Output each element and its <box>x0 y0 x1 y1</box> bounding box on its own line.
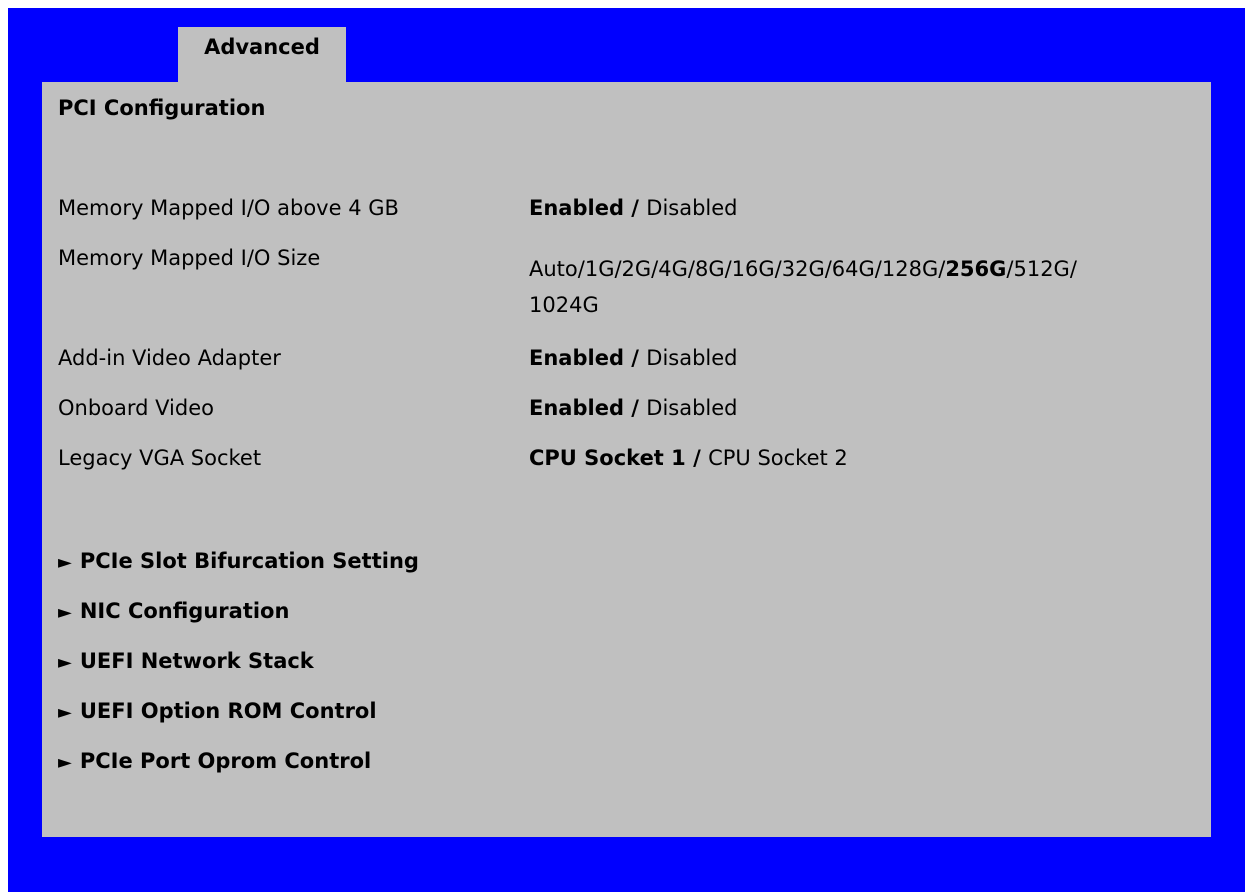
submenu-label: PCIe Slot Bifurcation Setting <box>79 549 419 573</box>
submenu-pcie-port-oprom-control[interactable]: ► PCIe Port Oprom Control <box>58 749 371 773</box>
option-disabled: Disabled <box>646 196 738 220</box>
setting-mmio-size-value[interactable]: Auto/1G/2G/4G/8G/16G/32G/64G/128G/256G/5… <box>529 257 1077 281</box>
setting-mmio-size-label[interactable]: Memory Mapped I/O Size <box>58 246 320 270</box>
submenu-nic-configuration[interactable]: ► NIC Configuration <box>58 599 289 623</box>
setting-onboard-video-label[interactable]: Onboard Video <box>58 396 214 420</box>
setting-legacy-vga-socket-label[interactable]: Legacy VGA Socket <box>58 446 261 470</box>
submenu-label: UEFI Network Stack <box>79 649 314 673</box>
option-disabled: Disabled <box>646 346 738 370</box>
setting-addin-video-label[interactable]: Add-in Video Adapter <box>58 346 281 370</box>
setting-mmio-above-4gb-value[interactable]: Enabled / Disabled <box>529 196 738 220</box>
option-enabled: Enabled <box>529 346 624 370</box>
option-separator: / <box>623 396 647 420</box>
arrow-right-icon: ► <box>58 602 72 623</box>
submenu-label: UEFI Option ROM Control <box>79 699 377 723</box>
option-cpu-socket-1: CPU Socket 1 <box>529 446 686 470</box>
arrow-right-icon: ► <box>58 652 72 673</box>
setting-legacy-vga-socket-value[interactable]: CPU Socket 1 / CPU Socket 2 <box>529 446 848 470</box>
arrow-right-icon: ► <box>58 752 72 773</box>
option-size-list-a: Auto/1G/2G/4G/8G/16G/32G/64G/128G/ <box>529 257 946 281</box>
option-separator: / <box>623 346 647 370</box>
arrow-right-icon: ► <box>58 702 72 723</box>
option-cpu-socket-2: CPU Socket 2 <box>708 446 848 470</box>
settings-panel: PCI Configuration Memory Mapped I/O abov… <box>42 82 1211 837</box>
option-separator: / <box>685 446 709 470</box>
option-separator: / <box>623 196 647 220</box>
setting-mmio-above-4gb-label[interactable]: Memory Mapped I/O above 4 GB <box>58 196 399 220</box>
submenu-label: PCIe Port Oprom Control <box>79 749 372 773</box>
setting-mmio-size-value-line2: 1024G <box>529 293 599 317</box>
tab-advanced-label: Advanced <box>204 35 320 59</box>
page-title: PCI Configuration <box>58 96 266 120</box>
submenu-uefi-option-rom-control[interactable]: ► UEFI Option ROM Control <box>58 699 377 723</box>
tab-advanced[interactable]: Advanced <box>178 27 346 83</box>
setting-addin-video-value[interactable]: Enabled / Disabled <box>529 346 738 370</box>
option-enabled: Enabled <box>529 396 624 420</box>
submenu-pcie-slot-bifurcation[interactable]: ► PCIe Slot Bifurcation Setting <box>58 549 419 573</box>
option-enabled: Enabled <box>529 196 624 220</box>
bios-screen: Advanced PCI Configuration Memory Mapped… <box>8 8 1245 892</box>
setting-onboard-video-value[interactable]: Enabled / Disabled <box>529 396 738 420</box>
submenu-label: NIC Configuration <box>79 599 290 623</box>
submenu-uefi-network-stack[interactable]: ► UEFI Network Stack <box>58 649 314 673</box>
option-disabled: Disabled <box>646 396 738 420</box>
option-size-256g: 256G <box>945 257 1007 281</box>
arrow-right-icon: ► <box>58 552 72 573</box>
option-size-list-b: /512G/ <box>1006 257 1077 281</box>
